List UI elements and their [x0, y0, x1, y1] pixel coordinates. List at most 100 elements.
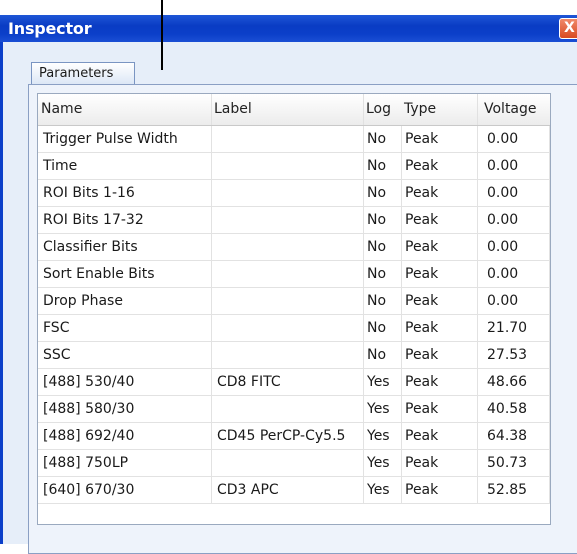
cell-label[interactable]	[212, 315, 364, 341]
cell-voltage[interactable]: 64.38	[478, 423, 550, 449]
cell-voltage[interactable]: 21.70	[478, 315, 550, 341]
cell-name: Trigger Pulse Width	[38, 126, 212, 152]
cell-type[interactable]: Peak	[402, 423, 478, 449]
cell-type[interactable]: Peak	[402, 261, 478, 287]
cell-label[interactable]	[212, 234, 364, 260]
cell-log[interactable]: No	[364, 126, 402, 152]
cell-log[interactable]: No	[364, 207, 402, 233]
cell-type[interactable]: Peak	[402, 288, 478, 314]
cell-name: [488] 580/30	[38, 396, 212, 422]
cell-label[interactable]	[212, 126, 364, 152]
cell-log[interactable]: No	[364, 180, 402, 206]
table-row[interactable]: [488] 750LP Yes Peak 50.73	[38, 450, 550, 477]
cell-log[interactable]: Yes	[364, 450, 402, 476]
window-title: Inspector	[8, 19, 92, 38]
table-row[interactable]: [640] 670/30 CD3 APC Yes Peak 52.85	[38, 477, 550, 504]
close-icon: X	[564, 20, 575, 36]
cell-log[interactable]: Yes	[364, 369, 402, 395]
cell-name: [640] 670/30	[38, 477, 212, 503]
table-row[interactable]: [488] 692/40 CD45 PerCP-Cy5.5 Yes Peak 6…	[38, 423, 550, 450]
cell-type[interactable]: Peak	[402, 342, 478, 368]
cell-type[interactable]: Peak	[402, 369, 478, 395]
column-header-log[interactable]: Log	[364, 94, 402, 125]
cell-voltage[interactable]: 50.73	[478, 450, 550, 476]
table-row[interactable]: ROI Bits 1-16 No Peak 0.00	[38, 180, 550, 207]
table-header: Name Label Log Type Voltage	[38, 94, 550, 126]
cell-name: [488] 692/40	[38, 423, 212, 449]
cell-voltage[interactable]: 27.53	[478, 342, 550, 368]
window-body: Parameters Name Label Log Type Voltage T…	[0, 42, 577, 554]
cell-log[interactable]: Yes	[364, 396, 402, 422]
cell-log[interactable]: No	[364, 234, 402, 260]
cell-voltage[interactable]: 0.00	[478, 207, 550, 233]
cell-voltage[interactable]: 0.00	[478, 288, 550, 314]
table-row[interactable]: Trigger Pulse Width No Peak 0.00	[38, 126, 550, 153]
column-header-label[interactable]: Label	[212, 94, 364, 125]
cell-type[interactable]: Peak	[402, 180, 478, 206]
cell-voltage[interactable]: 0.00	[478, 234, 550, 260]
close-button[interactable]: X	[559, 18, 577, 39]
cell-log[interactable]: No	[364, 315, 402, 341]
cell-type[interactable]: Peak	[402, 234, 478, 260]
cell-label[interactable]	[212, 288, 364, 314]
table-row[interactable]: [488] 530/40 CD8 FITC Yes Peak 48.66	[38, 369, 550, 396]
cell-label[interactable]: CD8 FITC	[212, 369, 364, 395]
cell-name: [488] 750LP	[38, 450, 212, 476]
cell-type[interactable]: Peak	[402, 396, 478, 422]
cell-voltage[interactable]: 40.58	[478, 396, 550, 422]
parameters-panel: Name Label Log Type Voltage Trigger Puls…	[28, 84, 577, 554]
cell-voltage[interactable]: 52.85	[478, 477, 550, 503]
column-header-type[interactable]: Type	[402, 94, 478, 125]
title-bar[interactable]: Inspector X	[0, 15, 577, 42]
cell-label[interactable]	[212, 180, 364, 206]
cell-label[interactable]	[212, 261, 364, 287]
table-row[interactable]: SSC No Peak 27.53	[38, 342, 550, 369]
cell-name: FSC	[38, 315, 212, 341]
tab-parameters[interactable]: Parameters	[31, 62, 135, 84]
cell-label[interactable]	[212, 342, 364, 368]
table-row[interactable]: Classifier Bits No Peak 0.00	[38, 234, 550, 261]
cell-name: SSC	[38, 342, 212, 368]
table-row[interactable]: ROI Bits 17-32 No Peak 0.00	[38, 207, 550, 234]
column-header-name[interactable]: Name	[38, 94, 212, 125]
table-row[interactable]: Sort Enable Bits No Peak 0.00	[38, 261, 550, 288]
cell-name: ROI Bits 17-32	[38, 207, 212, 233]
cell-type[interactable]: Peak	[402, 126, 478, 152]
table-row[interactable]: Time No Peak 0.00	[38, 153, 550, 180]
cell-name: Sort Enable Bits	[38, 261, 212, 287]
cell-type[interactable]: Peak	[402, 315, 478, 341]
cell-label[interactable]: CD3 APC	[212, 477, 364, 503]
cell-name: [488] 530/40	[38, 369, 212, 395]
cell-label[interactable]	[212, 153, 364, 179]
cell-voltage[interactable]: 48.66	[478, 369, 550, 395]
column-header-voltage[interactable]: Voltage	[478, 94, 550, 125]
cell-voltage[interactable]: 0.00	[478, 153, 550, 179]
cell-name: ROI Bits 1-16	[38, 180, 212, 206]
table-row[interactable]: Drop Phase No Peak 0.00	[38, 288, 550, 315]
cell-type[interactable]: Peak	[402, 207, 478, 233]
table-row[interactable]: [488] 580/30 Yes Peak 40.58	[38, 396, 550, 423]
cell-log[interactable]: No	[364, 261, 402, 287]
cell-voltage[interactable]: 0.00	[478, 180, 550, 206]
text-cursor-line	[161, 0, 163, 70]
cell-type[interactable]: Peak	[402, 450, 478, 476]
cell-type[interactable]: Peak	[402, 153, 478, 179]
parameters-table: Name Label Log Type Voltage Trigger Puls…	[37, 93, 551, 525]
cell-label[interactable]: CD45 PerCP-Cy5.5	[212, 423, 364, 449]
cell-name: Time	[38, 153, 212, 179]
tab-label: Parameters	[39, 66, 114, 81]
cell-label[interactable]	[212, 396, 364, 422]
table-row[interactable]: FSC No Peak 21.70	[38, 315, 550, 342]
cell-voltage[interactable]: 0.00	[478, 261, 550, 287]
cell-label[interactable]	[212, 207, 364, 233]
cell-log[interactable]: Yes	[364, 477, 402, 503]
cell-log[interactable]: Yes	[364, 423, 402, 449]
cell-log[interactable]: No	[364, 288, 402, 314]
cell-voltage[interactable]: 0.00	[478, 126, 550, 152]
cell-log[interactable]: No	[364, 153, 402, 179]
cell-type[interactable]: Peak	[402, 477, 478, 503]
inspector-window: Inspector X Parameters Name Label Log Ty…	[0, 15, 577, 554]
cell-log[interactable]: No	[364, 342, 402, 368]
cell-label[interactable]	[212, 450, 364, 476]
cell-name: Drop Phase	[38, 288, 212, 314]
